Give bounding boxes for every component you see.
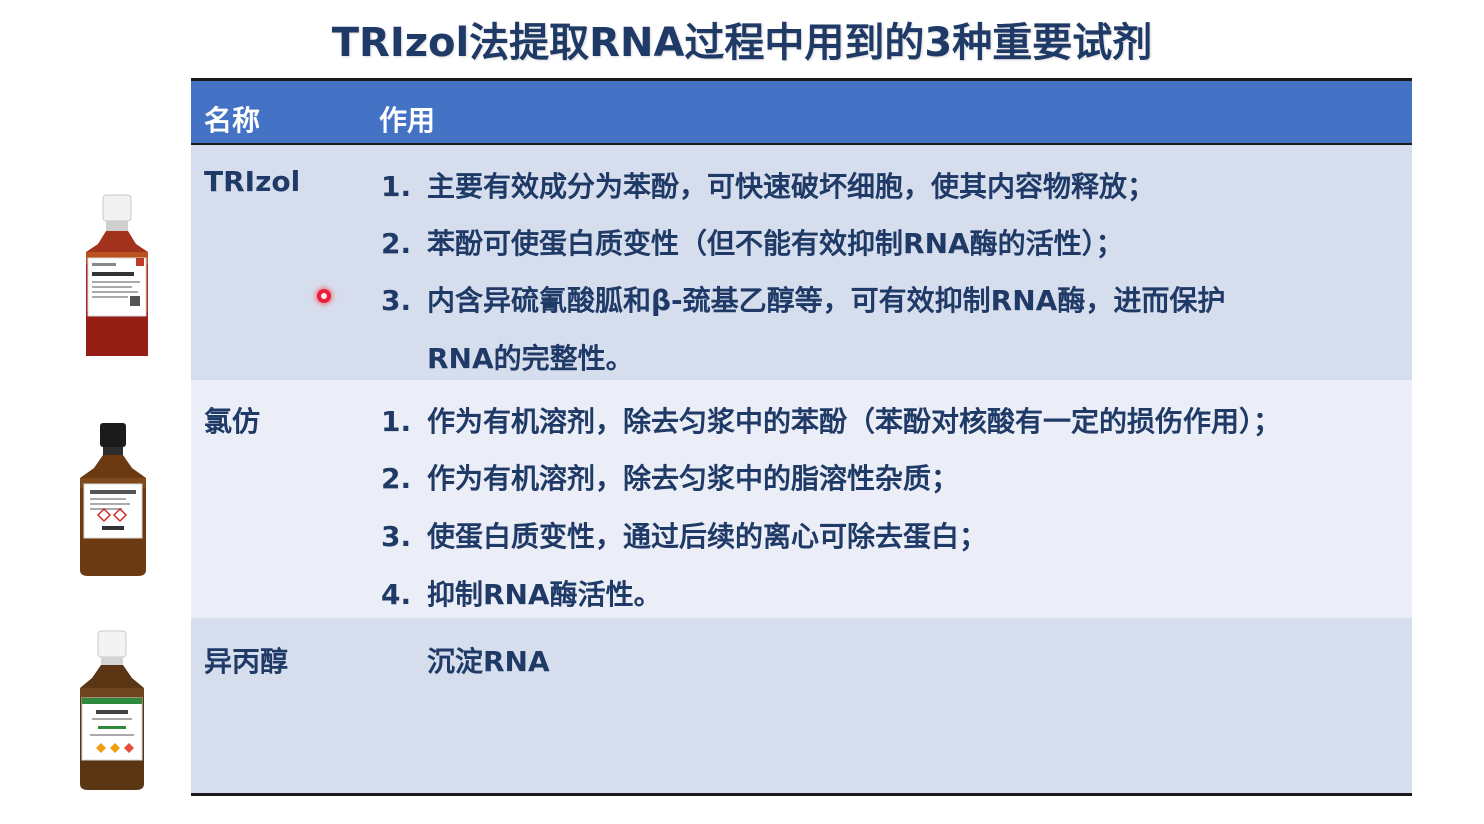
item-text: 抑制RNA酶活性。 xyxy=(427,578,662,611)
function-item: 2. 作为有机溶剂，除去匀浆中的脂溶性杂质； xyxy=(381,457,959,497)
item-number: 2. xyxy=(381,462,412,495)
reagent-name: 氯仿 xyxy=(204,405,261,438)
function-item: 4. 抑制RNA酶活性。 xyxy=(381,573,662,613)
function-item: 3. 内含异硫氰酸胍和β-巯基乙醇等，可有效抑制RNA酶，进而保护 xyxy=(381,279,1225,319)
chloroform-bottle-image xyxy=(80,423,146,576)
item-number: 1. xyxy=(381,405,412,438)
table-bottom-rule xyxy=(191,793,1412,796)
item-number: 3. xyxy=(381,520,412,553)
header-function: 作用 xyxy=(379,104,436,137)
item-text: 作为有机溶剂，除去匀浆中的脂溶性杂质； xyxy=(427,462,960,495)
slide-title: TRIzol法提取RNA过程中用到的3种重要试剂 xyxy=(331,20,1153,66)
item-continuation: RNA的完整性。 xyxy=(427,342,634,375)
table-row-isopropanol: 异丙醇 沉淀RNA xyxy=(191,618,1412,793)
table-header: 名称 作用 xyxy=(191,81,1412,143)
header-name: 名称 xyxy=(204,104,261,137)
function-text: 沉淀RNA xyxy=(427,645,550,678)
function-item: 3. 使蛋白质变性，通过后续的离心可除去蛋白； xyxy=(381,515,987,555)
laser-pointer-dot xyxy=(317,289,331,303)
item-number: 1. xyxy=(381,170,412,203)
reagent-name: 异丙醇 xyxy=(204,645,289,678)
trizol-bottle-image xyxy=(86,194,148,356)
function-item: 1. 作为有机溶剂，除去匀浆中的苯酚（苯酚对核酸有一定的损伤作用）； xyxy=(381,400,1281,440)
item-number: 4. xyxy=(381,578,412,611)
item-text: 使蛋白质变性，通过后续的离心可除去蛋白； xyxy=(427,520,988,553)
table-row-trizol: TRIzol 1. 主要有效成分为苯酚，可快速破坏细胞，使其内容物释放； 2. 苯酚… xyxy=(191,145,1412,380)
reagent-table: 名称 作用 TRIzol 1. 主要有效成分为苯酚，可快速破坏细胞，使其内容物释放… xyxy=(191,78,1412,796)
reagent-name: TRIzol xyxy=(204,165,301,198)
item-text: 作为有机溶剂，除去匀浆中的苯酚（苯酚对核酸有一定的损伤作用）； xyxy=(427,405,1282,438)
isopropanol-bottle-image xyxy=(80,630,144,790)
function-item: 2. 苯酚可使蛋白质变性（但不能有效抑制RNA酶的活性）； xyxy=(381,222,1124,262)
item-text: 内含异硫氰酸胍和β-巯基乙醇等，可有效抑制RNA酶，进而保护 xyxy=(427,284,1226,317)
item-number: 2. xyxy=(381,227,412,260)
item-number: 3. xyxy=(381,284,412,317)
table-row-chloroform: 氯仿 1. 作为有机溶剂，除去匀浆中的苯酚（苯酚对核酸有一定的损伤作用）； 2. 作… xyxy=(191,380,1412,618)
item-text: 主要有效成分为苯酚，可快速破坏细胞，使其内容物释放； xyxy=(427,170,1156,203)
function-item: 1. 主要有效成分为苯酚，可快速破坏细胞，使其内容物释放； xyxy=(381,165,1155,205)
item-text: 苯酚可使蛋白质变性（但不能有效抑制RNA酶的活性）； xyxy=(427,227,1124,260)
